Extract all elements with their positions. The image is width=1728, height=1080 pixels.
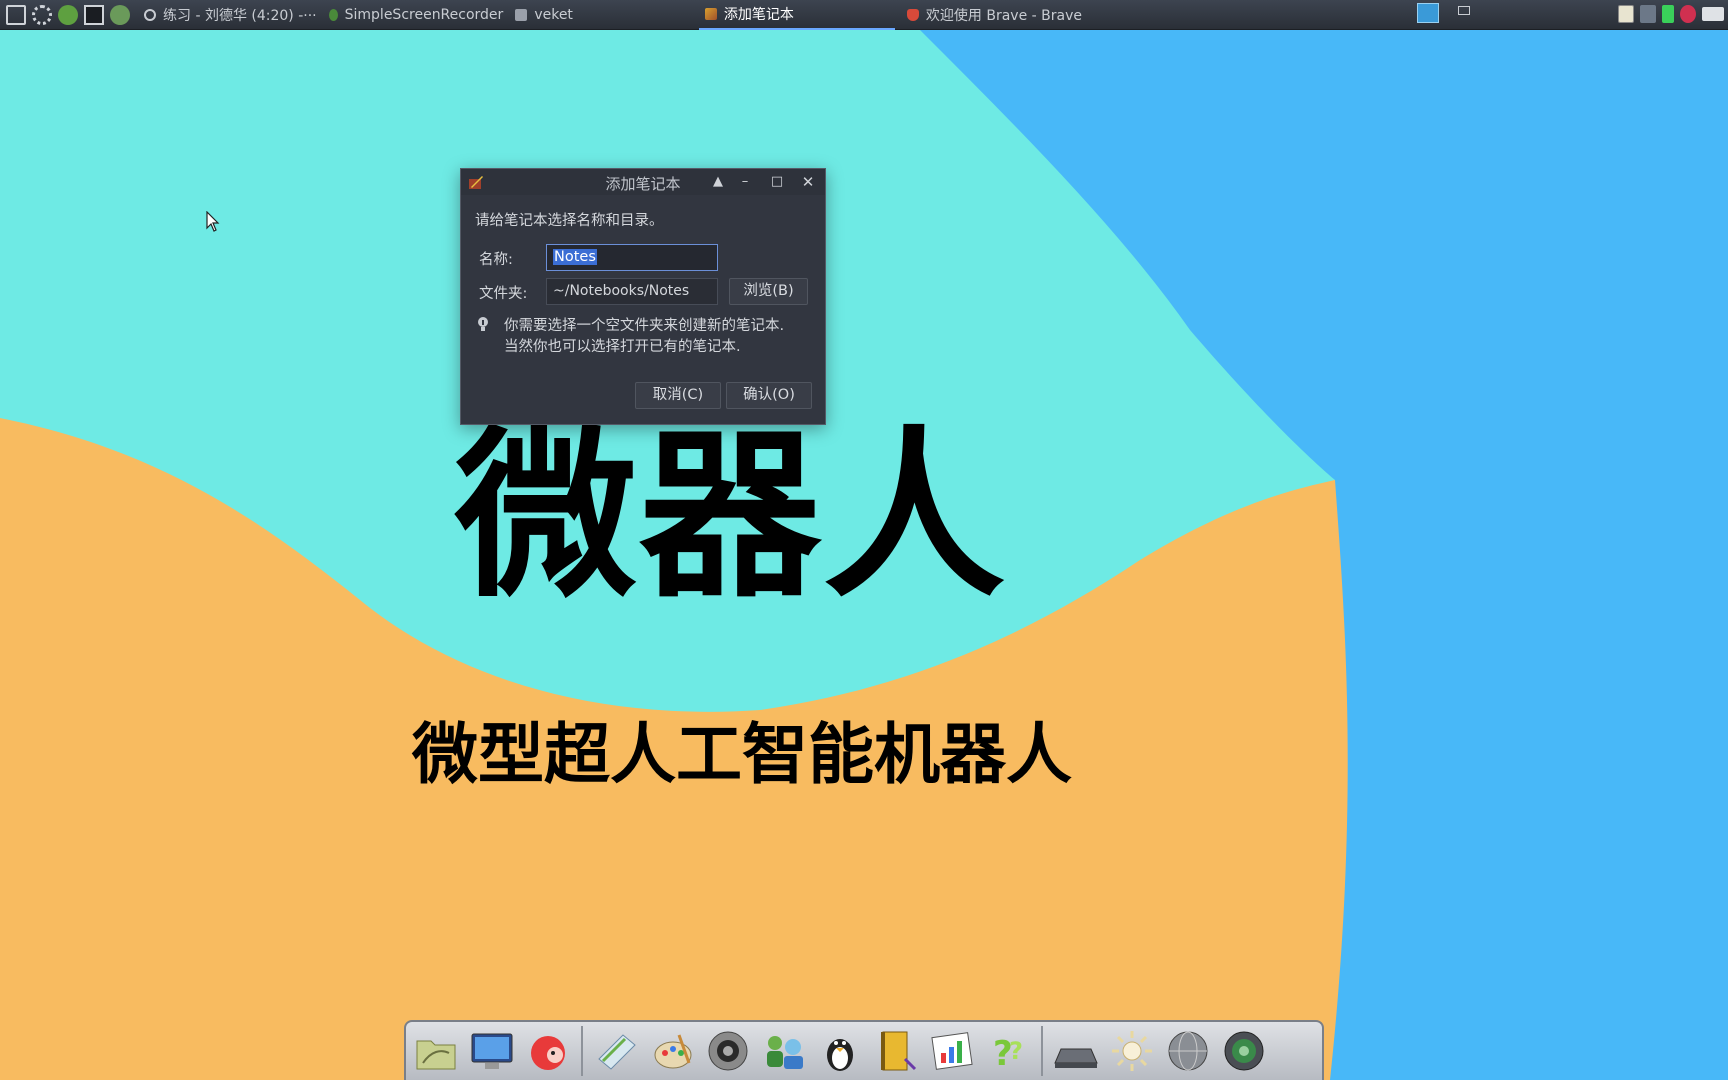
penguin-icon[interactable] xyxy=(814,1026,866,1076)
hint-line: 你需要选择一个空文件夹来创建新的笔记本. xyxy=(504,318,785,334)
hint-text: 你需要选择一个空文件夹来创建新的笔记本. 当然你也可以选择打开已有的笔记本. xyxy=(504,316,784,358)
task-label: 练习 - 刘德华 (4:20) -··· xyxy=(163,7,317,24)
dock-separator xyxy=(1041,1026,1043,1076)
brand-subtitle: 微型超人工智能机器人 xyxy=(412,716,1072,793)
clipboard-icon[interactable] xyxy=(1618,5,1634,23)
notebook-icon[interactable] xyxy=(870,1026,922,1076)
brave-lion-icon xyxy=(906,8,919,21)
task-screen-recorder[interactable]: SimpleScreenRecorder xyxy=(323,0,510,30)
add-notebook-dialog: 添加笔记本 ▲ – □ ✕ 请给笔记本选择名称和目录。 名称: Notes 文件… xyxy=(460,168,826,425)
task-label: veket xyxy=(534,6,573,23)
system-tray xyxy=(1618,5,1724,23)
keyboard-icon[interactable] xyxy=(1702,7,1724,21)
maximize-icon[interactable]: □ xyxy=(767,172,787,192)
terminal-icon[interactable] xyxy=(84,4,104,25)
globe-icon[interactable] xyxy=(110,4,130,25)
folder-label: 文件夹: xyxy=(479,286,528,302)
task-add-notebook[interactable]: 添加笔记本 xyxy=(698,0,895,30)
desktop-switch-icon[interactable] xyxy=(1417,3,1439,23)
ok-button[interactable]: 确认(O) xyxy=(726,382,812,409)
name-input[interactable]: Notes xyxy=(546,244,718,271)
top-taskbar: 练习 - 刘德华 (4:20) -··· SimpleScreenRecorde… xyxy=(0,0,1728,30)
record-icon xyxy=(144,8,156,21)
folder-input[interactable]: ~/Notebooks/Notes xyxy=(546,278,718,305)
minimize-icon[interactable]: – xyxy=(735,172,755,192)
browse-button[interactable]: 浏览(B) xyxy=(729,278,808,305)
paint-icon[interactable] xyxy=(646,1026,698,1076)
speaker-icon[interactable] xyxy=(702,1026,754,1076)
name-value: Notes xyxy=(553,249,597,265)
window-list-icon[interactable] xyxy=(1458,6,1470,15)
users-icon[interactable] xyxy=(758,1026,810,1076)
pet-icon[interactable] xyxy=(522,1026,574,1076)
camera-icon[interactable] xyxy=(1218,1026,1270,1076)
task-brave-browser[interactable]: 欢迎使用 Brave - Brave xyxy=(901,0,1088,30)
name-label: 名称: xyxy=(479,252,513,268)
notebook-pen-icon xyxy=(704,7,717,20)
task-label: 欢迎使用 Brave - Brave xyxy=(925,7,1082,24)
network-icon[interactable] xyxy=(1640,5,1656,23)
settings-gear-icon[interactable] xyxy=(32,4,52,25)
play-icon[interactable] xyxy=(58,4,78,25)
folder-icon xyxy=(515,8,528,21)
globe-icon[interactable] xyxy=(1162,1026,1214,1076)
task-label: SimpleScreenRecorder xyxy=(344,6,504,23)
task-label: 添加笔记本 xyxy=(723,6,794,23)
help-icon[interactable]: ?? xyxy=(982,1026,1034,1076)
close-icon[interactable]: ✕ xyxy=(798,172,818,192)
notepad-icon[interactable] xyxy=(590,1026,642,1076)
system-monitor-icon[interactable] xyxy=(6,4,26,25)
battery-icon[interactable] xyxy=(1662,5,1674,23)
hint-line: 当然你也可以选择打开已有的笔记本. xyxy=(504,339,741,355)
task-file-manager[interactable]: veket xyxy=(509,0,579,30)
monitor-icon[interactable] xyxy=(466,1026,518,1076)
svg-text:?: ? xyxy=(1009,1037,1023,1065)
dialog-prompt: 请给笔记本选择名称和目录。 xyxy=(475,213,664,229)
folder-icon[interactable] xyxy=(410,1026,462,1076)
shade-icon[interactable]: ▲ xyxy=(708,172,728,192)
lightbulb-icon xyxy=(478,317,488,331)
bottom-dock: ?? xyxy=(404,1020,1324,1080)
drive-icon[interactable] xyxy=(1050,1026,1102,1076)
dock-separator xyxy=(581,1026,583,1076)
mouse-pointer-icon xyxy=(206,211,220,232)
volume-icon[interactable] xyxy=(1680,5,1696,23)
cancel-button[interactable]: 取消(C) xyxy=(635,382,721,409)
task-music-player[interactable]: 练习 - 刘德华 (4:20) -··· xyxy=(138,0,323,30)
recorder-icon xyxy=(328,8,338,21)
dialog-titlebar[interactable]: 添加笔记本 ▲ – □ ✕ xyxy=(461,169,825,195)
chart-icon[interactable] xyxy=(926,1026,978,1076)
brand-title: 微器人 xyxy=(455,410,1007,622)
sun-icon[interactable] xyxy=(1106,1026,1158,1076)
